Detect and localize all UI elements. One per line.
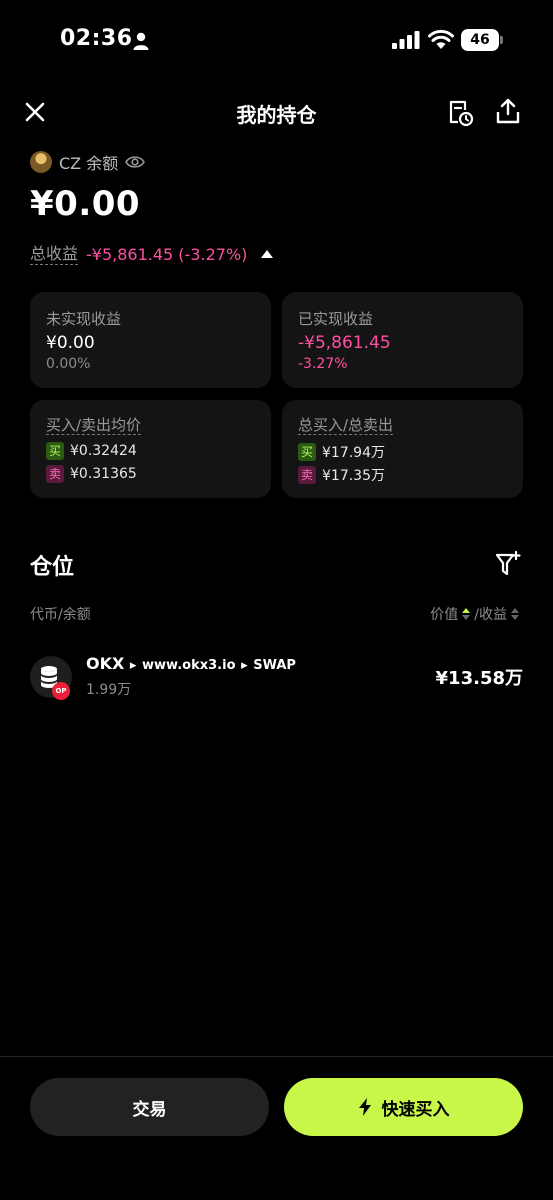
realized-label: 已实现收益 bbox=[298, 310, 374, 328]
unrealized-percent: 0.00% bbox=[46, 356, 91, 372]
sort-active-icon[interactable] bbox=[462, 608, 471, 620]
history-icon[interactable] bbox=[446, 99, 474, 127]
total-pnl-label: 总收益 bbox=[30, 243, 79, 265]
unrealized-label: 未实现收益 bbox=[46, 310, 122, 328]
column-value[interactable]: 价值 bbox=[430, 604, 458, 624]
caret-up-icon[interactable] bbox=[261, 249, 274, 259]
account-label: CZ 余额 bbox=[59, 154, 119, 173]
status-time: 02:36 bbox=[60, 26, 133, 51]
signal-icon bbox=[392, 31, 420, 49]
coin-icon: OP bbox=[30, 656, 72, 700]
totals-card[interactable]: 总买入/总卖出 买 ¥17.94万 卖 ¥17.35万 bbox=[282, 400, 523, 498]
quick-buy-button[interactable]: 快速买入 bbox=[284, 1078, 523, 1136]
status-bar: 02:36 46 bbox=[0, 0, 553, 80]
column-token-balance: 代币/余额 bbox=[30, 607, 91, 623]
account-row: CZ 余额 bbox=[30, 150, 146, 174]
avg-buy-line: 买 ¥0.32424 bbox=[46, 442, 137, 460]
avg-sell-price: ¥0.31365 bbox=[70, 466, 137, 482]
column-pnl[interactable]: /收益 bbox=[474, 604, 507, 624]
battery-indicator: 46 bbox=[461, 29, 503, 51]
arrow-icon: ▸ bbox=[129, 658, 137, 673]
share-icon[interactable] bbox=[494, 97, 522, 125]
sell-tag: 卖 bbox=[298, 466, 316, 484]
header: 我的持仓 bbox=[0, 85, 553, 141]
avg-buy-price: ¥0.32424 bbox=[70, 443, 137, 459]
asset-symbol: OKX bbox=[86, 654, 125, 673]
asset-amount: 1.99万 bbox=[86, 682, 132, 698]
total-buy-line: 买 ¥17.94万 bbox=[298, 442, 385, 462]
realized-percent: -3.27% bbox=[298, 356, 348, 372]
quick-buy-label: 快速买入 bbox=[381, 1099, 450, 1120]
trade-button-label: 交易 bbox=[132, 1099, 167, 1120]
lightning-icon bbox=[358, 1098, 371, 1116]
total-sell-line: 卖 ¥17.35万 bbox=[298, 465, 385, 485]
wifi-icon bbox=[428, 29, 454, 49]
unrealized-pnl-card: 未实现收益 ¥0.00 0.00% bbox=[30, 292, 271, 388]
buy-tag: 买 bbox=[46, 442, 64, 460]
unrealized-value: ¥0.00 bbox=[46, 333, 95, 353]
asset-site: www.okx3.io bbox=[142, 658, 236, 673]
eye-icon[interactable] bbox=[125, 154, 146, 170]
total-pnl-value: -¥5,861.45 (-3.27%) bbox=[86, 244, 248, 264]
sort-icon[interactable] bbox=[511, 608, 519, 620]
avg-price-label: 买入/卖出均价 bbox=[46, 416, 142, 435]
realized-value: -¥5,861.45 bbox=[298, 333, 391, 353]
asset-value: ¥13.58万 bbox=[435, 668, 523, 689]
filter-icon[interactable] bbox=[494, 550, 522, 578]
trade-button[interactable]: 交易 bbox=[30, 1078, 269, 1136]
bottom-divider bbox=[0, 1056, 553, 1057]
person-icon bbox=[133, 32, 149, 50]
avg-sell-line: 卖 ¥0.31365 bbox=[46, 465, 137, 483]
chain-badge: OP bbox=[52, 682, 70, 700]
total-buy-amount: ¥17.94万 bbox=[322, 445, 385, 461]
balance-value: ¥0.00 bbox=[30, 184, 141, 224]
total-sell-amount: ¥17.35万 bbox=[322, 468, 385, 484]
column-sort-controls[interactable]: 价值 /收益 bbox=[430, 604, 523, 624]
buy-tag: 买 bbox=[298, 443, 316, 461]
total-pnl-row[interactable]: 总收益 -¥5,861.45 (-3.27%) bbox=[30, 241, 274, 267]
arrow-icon: ▸ bbox=[241, 658, 248, 673]
asset-type: SWAP bbox=[253, 658, 296, 673]
realized-pnl-card: 已实现收益 -¥5,861.45 -3.27% bbox=[282, 292, 523, 388]
asset-name: OKX ▸ www.okx3.io ▸ SWAP bbox=[86, 654, 296, 673]
position-row[interactable]: OP OKX ▸ www.okx3.io ▸ SWAP 1.99万 ¥13.58… bbox=[30, 654, 523, 704]
totals-label: 总买入/总卖出 bbox=[298, 416, 394, 435]
battery-cap bbox=[500, 36, 503, 44]
battery-level: 46 bbox=[461, 29, 499, 51]
avg-price-card[interactable]: 买入/卖出均价 买 ¥0.32424 卖 ¥0.31365 bbox=[30, 400, 271, 498]
avatar bbox=[30, 151, 52, 173]
positions-title: 仓位 bbox=[30, 555, 75, 580]
sell-tag: 卖 bbox=[46, 465, 64, 483]
